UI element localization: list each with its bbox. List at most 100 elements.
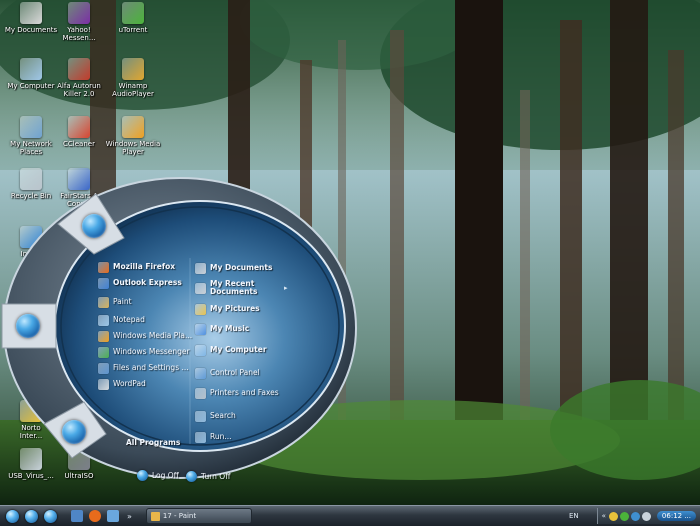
tray-utorrent-icon[interactable] (619, 511, 629, 521)
menu-item-label: Run... (210, 432, 232, 441)
program-paint[interactable]: Paint (98, 295, 132, 309)
desktop-icon-windows-media-player[interactable]: Windows Media Player (102, 116, 164, 156)
menu-item-text: Files and Settings ... (113, 364, 189, 372)
my-documents-icon (195, 262, 206, 274)
desktop-icon-label: Alfa Autorun Killer 2.0 (57, 82, 101, 98)
menu-item-label: Files and Settings ... (113, 363, 189, 372)
menu-item-text: Paint (113, 298, 132, 306)
paint-icon (98, 296, 109, 308)
log-off-label: Log Off (152, 470, 179, 480)
desktop-icon-utorrent[interactable]: uTorrent (102, 2, 164, 34)
menu-item-label: WordPad (113, 379, 146, 388)
media-player-icon (122, 116, 144, 138)
place-my-pictures[interactable]: My Pictures (195, 302, 260, 316)
language-indicator[interactable]: EN (569, 512, 579, 520)
quicklaunch-more-chevron-icon[interactable]: » (127, 512, 132, 521)
program-windows-messenger[interactable]: Windows Messenger (98, 345, 190, 359)
place-control-panel[interactable]: Control Panel (195, 366, 260, 380)
menu-item-text: Printers and Faxes (210, 389, 279, 397)
notepad-icon (98, 314, 109, 326)
menu-item-label: Notepad (113, 315, 145, 324)
quicklaunch-firefox-icon[interactable] (89, 510, 101, 522)
menu-item-label: Search (210, 411, 236, 420)
menu-item-text: Run... (210, 433, 232, 441)
place-my-music[interactable]: My Music (195, 322, 249, 336)
place-my-documents[interactable]: My Documents (195, 261, 272, 275)
place-my-computer[interactable]: My Computer (195, 343, 267, 357)
desktop-icon-yahoo-messenger[interactable]: Yahoo! Messen... (48, 2, 110, 42)
computer-icon (20, 58, 42, 80)
menu-item-label: My Pictures (210, 304, 260, 313)
alfa-autorun-killer-icon (68, 58, 90, 80)
ccleaner-icon (68, 116, 90, 138)
desktop-icon-label: uTorrent (118, 26, 148, 34)
tray-network-icon[interactable] (630, 511, 640, 521)
tray-expand-icon[interactable]: « (602, 512, 606, 520)
run-icon (195, 431, 206, 443)
desktop-icon-label: CCleaner (63, 140, 95, 148)
notification-area: « 06:12 ... (596, 508, 700, 524)
tray-antivirus-icon[interactable] (608, 511, 618, 521)
place-printers-and-faxes[interactable]: Printers and Faxes (195, 386, 279, 400)
utorrent-icon (122, 2, 144, 24)
desktop-icon-label: Winamp AudioPlayer (112, 82, 154, 98)
my-music-icon (195, 323, 206, 335)
program-mozilla-firefox[interactable]: Mozilla Firefox (98, 260, 175, 274)
control-panel-icon (195, 367, 206, 379)
wordpad-icon (98, 378, 109, 390)
log-off-button[interactable]: Log Off (137, 468, 179, 482)
program-windows-media-pla[interactable]: Windows Media Pla... (98, 329, 192, 343)
winamp-icon (122, 58, 144, 80)
menu-item-label: Outlook Express (113, 278, 182, 287)
all-programs-label: All Programs (126, 437, 181, 447)
menu-item-label: My Computer (210, 345, 267, 354)
desktop-icon-winamp[interactable]: Winamp AudioPlayer (102, 58, 164, 98)
menu-item-text: My Documents (210, 264, 272, 272)
program-notepad[interactable]: Notepad (98, 313, 145, 327)
submenu-arrow-icon: ▸ (284, 284, 288, 292)
taskbar-button-label: 17 - Paint (162, 512, 197, 520)
folder-documents-icon (20, 2, 42, 24)
orb-button-top[interactable] (82, 214, 106, 238)
menu-item-text: Search (210, 412, 236, 420)
desktop-icon-alfa-autorun-killer[interactable]: Alfa Autorun Killer 2.0 (48, 58, 110, 98)
taskbar-orb-2-icon[interactable] (25, 509, 38, 523)
log-off-icon (137, 469, 148, 481)
taskbar-button-paint[interactable]: 17 - Paint (145, 508, 252, 524)
menu-item-label: My Music (210, 324, 250, 333)
files-settings-icon (98, 362, 109, 374)
orb-button-middle[interactable] (16, 314, 40, 338)
printers-icon (195, 387, 206, 399)
menu-item-label: Control Panel (210, 368, 260, 377)
menu-item-text: My Pictures (210, 305, 260, 313)
media-player-icon (98, 330, 109, 342)
menu-item-label: My Documents (210, 263, 273, 272)
clock[interactable]: 06:12 ... (656, 511, 696, 521)
program-files-and-settings[interactable]: Files and Settings ... (98, 361, 189, 375)
yahoo-messenger-icon (68, 2, 90, 24)
menu-item-text: Mozilla Firefox (113, 263, 175, 271)
menu-item-text: Control Panel (210, 369, 260, 377)
menu-item-text: Windows Media Pla... (113, 332, 192, 340)
turn-off-button[interactable]: Turn Off (186, 469, 230, 483)
program-wordpad[interactable]: WordPad (98, 377, 146, 391)
all-programs-button[interactable]: All Programs (126, 435, 180, 449)
place-my-recent[interactable]: My Recent Documents (195, 280, 257, 296)
quicklaunch-windows-icon[interactable] (107, 510, 119, 522)
my-pictures-icon (195, 303, 206, 315)
start-menu: Mozilla Firefox Outlook Express Paint Notep… (0, 176, 360, 496)
outlook-express-icon (98, 277, 109, 289)
menu-item-text: My Recent Documents (210, 280, 257, 296)
tray-volume-icon[interactable] (641, 511, 651, 521)
program-outlook-express[interactable]: Outlook Express (98, 276, 182, 290)
menu-item-text: My Music (210, 325, 249, 333)
place-search[interactable]: Search (195, 409, 236, 423)
taskbar-orb-3-icon[interactable] (44, 509, 57, 523)
desktop-icon-ccleaner[interactable]: CCleaner (48, 116, 110, 148)
orb-button-bottom[interactable] (62, 420, 86, 444)
quicklaunch-show-desktop-icon[interactable] (71, 510, 83, 522)
desktop-icon-label: Windows Media Player (105, 140, 161, 156)
taskbar-orb-1-icon[interactable] (6, 509, 19, 523)
menu-item-text: Windows Messenger (113, 348, 190, 356)
place-run[interactable]: Run... (195, 430, 232, 444)
